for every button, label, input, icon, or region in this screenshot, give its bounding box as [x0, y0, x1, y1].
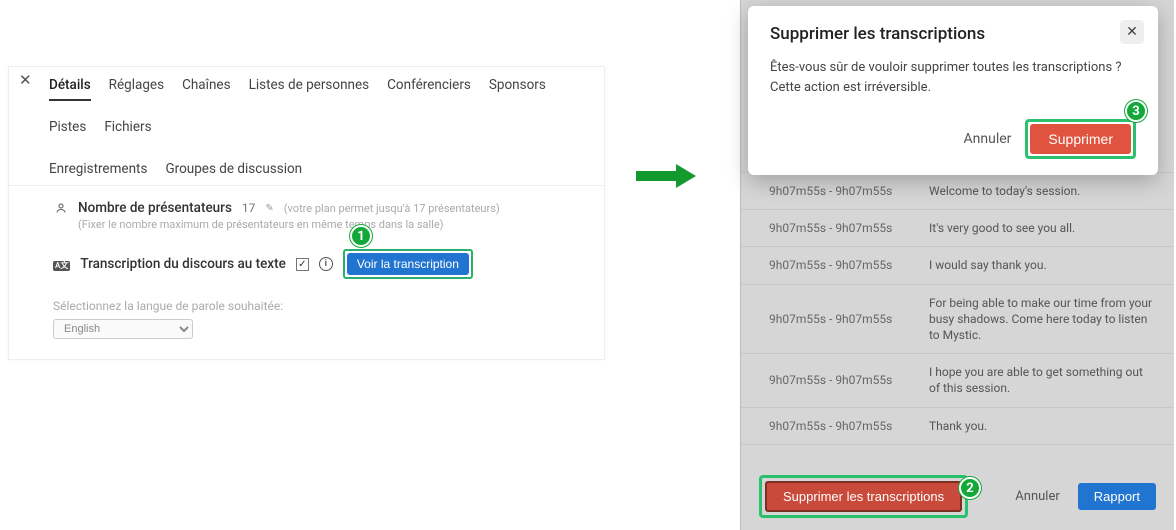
modal-confirm-highlight: Supprimer	[1025, 119, 1136, 159]
language-icon: A文	[53, 256, 70, 272]
transcript-time: 9h07m55s - 9h07m55s	[769, 258, 929, 272]
table-row: 9h07m55s - 9h07m55s Thank you.	[741, 407, 1174, 445]
cancel-link[interactable]: Annuler	[1015, 489, 1059, 504]
table-row: 9h07m55s - 9h07m55s For being able to ma…	[741, 284, 1174, 354]
transcript-list: 9h07m55s - 9h07m55s Welcome to today's s…	[741, 172, 1174, 445]
callout-1: 1	[350, 225, 372, 247]
transcript-text: Thank you.	[929, 418, 1156, 434]
presenters-hint: (votre plan permet jusqu'à 17 présentate…	[284, 202, 500, 215]
modal-confirm-button[interactable]: Supprimer	[1030, 124, 1131, 154]
callout-2: 2	[959, 477, 981, 499]
presenters-count: 17	[242, 201, 256, 215]
modal-line1: Êtes-vous sûr de vouloir supprimer toute…	[770, 58, 1136, 78]
transcript-time: 9h07m55s - 9h07m55s	[769, 312, 929, 326]
modal-title: Supprimer les transcriptions	[770, 24, 1136, 44]
edit-icon[interactable]: ✎	[265, 203, 273, 214]
flow-arrow-icon	[636, 164, 698, 188]
transcript-time: 9h07m55s - 9h07m55s	[769, 419, 929, 433]
table-row: 9h07m55s - 9h07m55s I hope you are able …	[741, 353, 1174, 406]
transcription-label: Transcription du discours au texte	[80, 256, 285, 272]
delete-transcriptions-highlight: Supprimer les transcriptions	[759, 475, 968, 518]
presenters-subhint: (Fixer le nombre maximum de présentateur…	[78, 218, 560, 231]
tab-chaines[interactable]: Chaînes	[182, 77, 231, 101]
presenters-label: Nombre de présentateurs	[78, 200, 232, 216]
confirm-delete-modal: ✕ Supprimer les transcriptions Êtes-vous…	[748, 6, 1158, 175]
tab-bar: Détails Réglages Chaînes Listes de perso…	[9, 67, 604, 186]
tab-pistes[interactable]: Pistes	[49, 119, 86, 141]
settings-panel: ✕ Détails Réglages Chaînes Listes de per…	[8, 66, 605, 360]
transcript-text: It's very good to see you all.	[929, 220, 1156, 236]
tab-conferenciers[interactable]: Conférenciers	[387, 77, 471, 101]
modal-line2: Cette action est irréversible.	[770, 78, 1136, 98]
transcript-actions: Supprimer les transcriptions Annuler Rap…	[741, 475, 1174, 518]
transcript-time: 9h07m55s - 9h07m55s	[769, 221, 929, 235]
tab-reglages[interactable]: Réglages	[109, 77, 164, 101]
transcript-text: I hope you are able to get something out…	[929, 364, 1156, 396]
view-transcription-highlight: Voir la transcription	[343, 249, 473, 279]
close-icon[interactable]: ✕	[1120, 20, 1144, 44]
report-button[interactable]: Rapport	[1078, 483, 1156, 510]
transcript-time: 9h07m55s - 9h07m55s	[769, 373, 929, 387]
presenters-section: Nombre de présentateurs 17 ✎ (votre plan…	[9, 186, 604, 285]
transcript-text: I would say thank you.	[929, 257, 1156, 273]
tab-enregistrements[interactable]: Enregistrements	[49, 161, 147, 183]
language-select-label: Sélectionnez la langue de parole souhait…	[53, 299, 604, 313]
transcription-checkbox[interactable]: ✓	[296, 258, 309, 271]
info-icon[interactable]: i	[319, 257, 333, 271]
delete-transcriptions-button[interactable]: Supprimer les transcriptions	[765, 481, 962, 512]
tab-details[interactable]: Détails	[49, 77, 91, 101]
table-row: 9h07m55s - 9h07m55s Welcome to today's s…	[741, 172, 1174, 209]
transcript-text: For being able to make our time from you…	[929, 295, 1156, 344]
tab-groupes[interactable]: Groupes de discussion	[165, 161, 302, 183]
tab-sponsors[interactable]: Sponsors	[489, 77, 546, 101]
transcript-time: 9h07m55s - 9h07m55s	[769, 184, 929, 198]
callout-3: 3	[1125, 100, 1147, 122]
transcript-text: Welcome to today's session.	[929, 183, 1156, 199]
modal-cancel-button[interactable]: Annuler	[964, 131, 1012, 147]
person-icon	[53, 202, 68, 214]
close-icon[interactable]: ✕	[19, 73, 32, 88]
view-transcription-button[interactable]: Voir la transcription	[347, 253, 469, 275]
tab-fichiers[interactable]: Fichiers	[104, 119, 151, 141]
language-select[interactable]: English	[53, 319, 193, 339]
tab-listes[interactable]: Listes de personnes	[249, 77, 370, 101]
table-row: 9h07m55s - 9h07m55s I would say thank yo…	[741, 246, 1174, 283]
table-row: 9h07m55s - 9h07m55s It's very good to se…	[741, 209, 1174, 246]
